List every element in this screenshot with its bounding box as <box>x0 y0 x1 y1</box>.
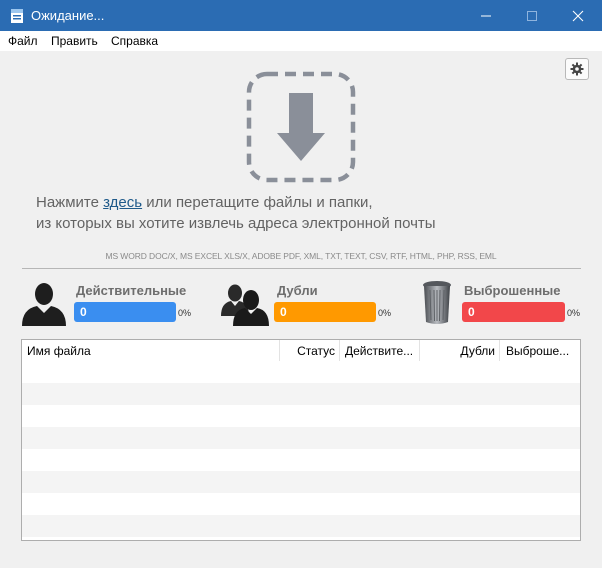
stat-duplicates-bar: 0 <box>274 302 376 322</box>
title-bar: Ожидание... <box>0 0 602 31</box>
window-title: Ожидание... <box>31 8 105 23</box>
trash-icon <box>423 281 451 324</box>
close-icon <box>572 10 584 22</box>
stat-valid-label: Действительные <box>76 283 187 298</box>
maximize-icon <box>527 11 537 21</box>
table-row-empty <box>22 449 580 471</box>
stat-discarded-value: 0 <box>468 305 475 319</box>
close-button[interactable] <box>555 0 601 31</box>
stat-discarded-percent: 0% <box>567 308 581 318</box>
menu-file[interactable]: Файл <box>8 34 38 48</box>
stat-duplicates-percent: 0% <box>378 308 392 318</box>
stat-duplicates-value: 0 <box>280 305 287 319</box>
user-icon <box>22 283 66 326</box>
table-row-empty <box>22 515 580 537</box>
column-duplicates[interactable]: Дубли <box>420 340 500 361</box>
divider <box>22 268 581 269</box>
stat-duplicates-label: Дубли <box>277 283 318 298</box>
table-row-empty <box>22 493 580 515</box>
stat-discarded-label: Выброшенные <box>464 283 561 298</box>
drop-instructions: Нажмите здесь или перетащите файлы и пап… <box>36 192 556 234</box>
drop-text-before: Нажмите <box>36 194 104 211</box>
drop-text-line2: из которых вы хотите извлечь адреса элек… <box>36 215 436 232</box>
users-icon <box>221 284 269 326</box>
table-header: Имя файла Статус Действите... Дубли Выбр… <box>22 340 580 361</box>
stat-discarded-bar: 0 <box>462 302 565 322</box>
column-filename[interactable]: Имя файла <box>22 340 280 361</box>
results-table[interactable]: Имя файла Статус Действите... Дубли Выбр… <box>21 339 581 541</box>
table-row-empty <box>22 471 580 493</box>
browse-link[interactable]: здесь <box>103 194 142 211</box>
maximize-button[interactable] <box>509 0 555 31</box>
table-row-empty <box>22 383 580 405</box>
table-row-empty <box>22 361 580 383</box>
settings-button[interactable] <box>565 58 589 80</box>
stat-valid-bar: 0 <box>74 302 176 322</box>
minimize-icon <box>481 15 491 17</box>
drop-text-after: или перетащите файлы и папки, <box>142 194 373 211</box>
table-row-empty <box>22 405 580 427</box>
column-status[interactable]: Статус <box>280 340 340 361</box>
stat-valid-percent: 0% <box>178 308 192 318</box>
column-valid[interactable]: Действите... <box>340 340 420 361</box>
menu-bar: Файл Править Справка <box>0 31 602 51</box>
supported-formats: MS WORD DOC/X, MS EXCEL XLS/X, ADOBE PDF… <box>105 251 497 261</box>
table-row-empty <box>22 427 580 449</box>
app-icon <box>11 9 23 23</box>
column-discarded[interactable]: Выброше... <box>500 340 580 361</box>
minimize-button[interactable] <box>463 0 509 31</box>
gear-icon <box>570 62 584 76</box>
download-arrow-icon[interactable] <box>245 71 357 183</box>
menu-edit[interactable]: Править <box>51 34 98 48</box>
stat-valid-value: 0 <box>80 305 87 319</box>
menu-help[interactable]: Справка <box>111 34 158 48</box>
